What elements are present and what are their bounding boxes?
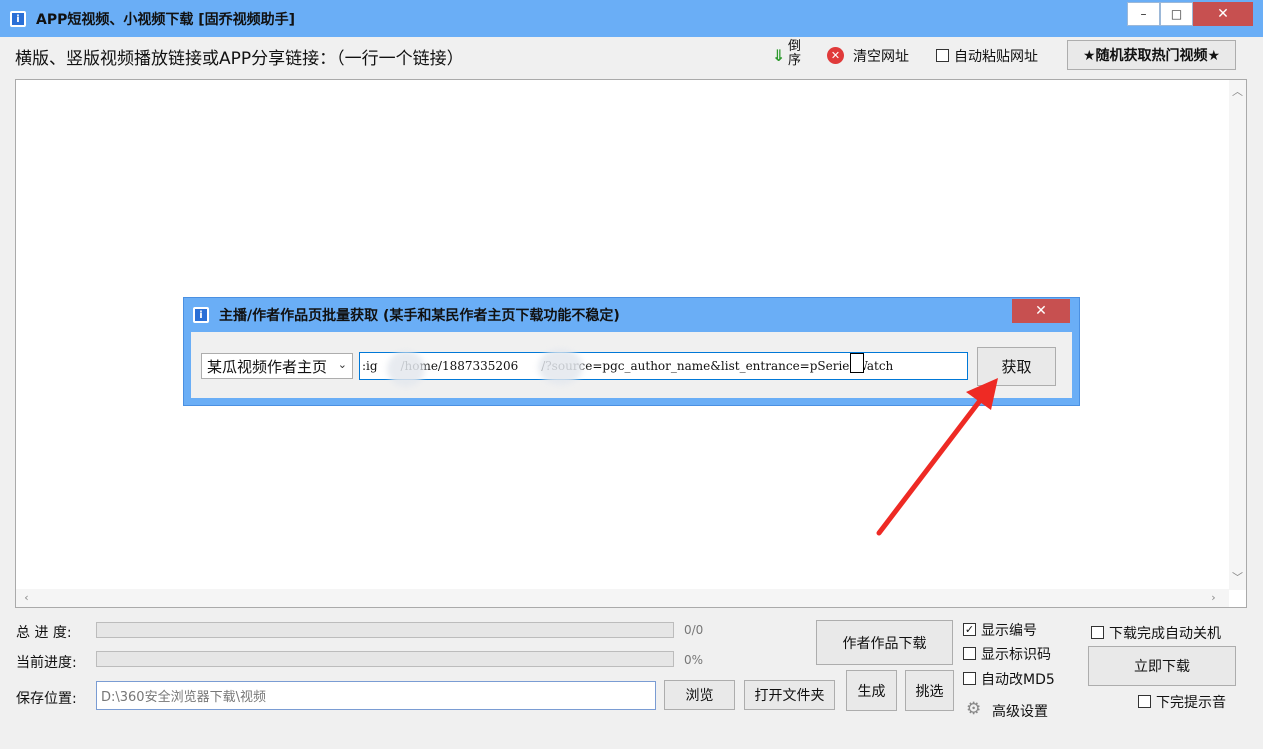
current-progress-value: 0% (684, 653, 704, 667)
done-sound-label: 下完提示音 (1156, 695, 1226, 711)
scroll-down-icon[interactable]: ﹀ (1229, 568, 1246, 585)
current-progress-bar (96, 651, 674, 667)
author-works-download-button[interactable]: 作者作品下载 (816, 620, 953, 665)
show-number-option[interactable]: ✓ 显示编号 (963, 620, 1073, 640)
download-now-button[interactable]: 立即下载 (1088, 646, 1236, 686)
minimize-button[interactable]: – (1127, 2, 1160, 26)
auto-md5-checkbox[interactable] (963, 672, 976, 685)
total-progress-value: 0/0 (684, 623, 704, 637)
links-prompt-label: 横版、竖版视频播放链接或APP分享链接：（一行一个链接） (15, 49, 464, 69)
auto-shutdown-label: 下载完成自动关机 (1109, 626, 1221, 642)
reverse-order-button[interactable]: ⇓ 倒序 (772, 40, 806, 72)
auto-paste-checkbox[interactable]: 自动粘贴网址 (936, 46, 1056, 66)
vertical-scrollbar[interactable] (1229, 80, 1246, 590)
random-hot-videos-button[interactable]: ★随机获取热门视频★ (1067, 40, 1236, 70)
generate-button[interactable]: 生成 (846, 670, 897, 711)
save-location-label: 保存位置: (16, 691, 77, 707)
open-folder-button[interactable]: 打开文件夹 (744, 680, 835, 710)
close-button[interactable]: ✕ (1193, 2, 1253, 26)
minimize-icon: – (1140, 7, 1147, 21)
blur-mask-1 (387, 351, 425, 387)
current-progress-label: 当前进度: (16, 655, 77, 671)
show-number-checkbox[interactable]: ✓ (963, 623, 976, 636)
auto-shutdown-checkbox[interactable] (1091, 626, 1104, 639)
arrow-down-icon: ⇓ (772, 46, 786, 65)
save-path-input[interactable]: D:\360安全浏览器下载\视频 (96, 681, 656, 710)
maximize-icon: □ (1170, 7, 1183, 21)
auto-paste-label: 自动粘贴网址 (954, 49, 1038, 65)
clear-urls-button[interactable]: ✕ 清空网址 (827, 46, 917, 66)
done-sound-checkbox[interactable] (1138, 695, 1151, 708)
show-id-code-checkbox[interactable] (963, 647, 976, 660)
scroll-right-icon[interactable]: › (1205, 589, 1222, 606)
horizontal-scrollbar[interactable] (16, 589, 1229, 607)
blur-mask-2 (538, 349, 583, 385)
auto-md5-option[interactable]: 自动改MD5 (963, 669, 1073, 689)
show-id-code-option[interactable]: 显示标识码 (963, 644, 1073, 664)
advanced-settings-label: 高级设置 (992, 704, 1048, 720)
chevron-down-icon: ⌄ (337, 358, 347, 371)
clear-icon: ✕ (827, 47, 844, 64)
scroll-left-icon[interactable]: ‹ (18, 589, 35, 606)
app-icon: i (10, 11, 26, 27)
pick-button[interactable]: 挑选 (905, 670, 954, 711)
platform-selected-value: 某瓜视频作者主页 (207, 357, 328, 376)
maximize-button[interactable]: □ (1160, 2, 1193, 26)
dialog-app-icon: i (193, 307, 209, 323)
total-progress-label: 总 进 度: (16, 625, 72, 641)
gear-icon: ⚙ (966, 699, 982, 719)
dialog-title: 主播/作者作品页批量获取 (某手和某民作者主页下载功能不稳定) (219, 308, 620, 324)
total-progress-bar (96, 622, 674, 638)
browse-button[interactable]: 浏览 (664, 680, 735, 710)
auto-paste-check-box[interactable] (936, 49, 949, 62)
auto-md5-label: 自动改MD5 (981, 672, 1055, 688)
dialog-close-icon: ✕ (1035, 303, 1047, 319)
clear-urls-label: 清空网址 (853, 49, 909, 65)
show-id-code-label: 显示标识码 (981, 647, 1051, 663)
reverse-order-label: 倒序 (788, 39, 802, 68)
advanced-settings-button[interactable]: ⚙ 高级设置 (966, 699, 1066, 721)
dialog-close-button[interactable]: ✕ (1012, 299, 1070, 323)
show-number-label: 显示编号 (981, 623, 1037, 639)
close-icon: ✕ (1217, 6, 1229, 22)
platform-select[interactable]: 某瓜视频作者主页 ⌄ (201, 353, 353, 379)
auto-shutdown-option[interactable]: 下载完成自动关机 (1091, 623, 1241, 643)
done-sound-option[interactable]: 下完提示音 (1138, 692, 1238, 712)
scroll-up-icon[interactable]: ︿ (1229, 82, 1246, 99)
annotation-arrow-icon (876, 378, 998, 536)
window-title: APP短视频、小视频下载 [固乔视频助手] (36, 12, 296, 28)
